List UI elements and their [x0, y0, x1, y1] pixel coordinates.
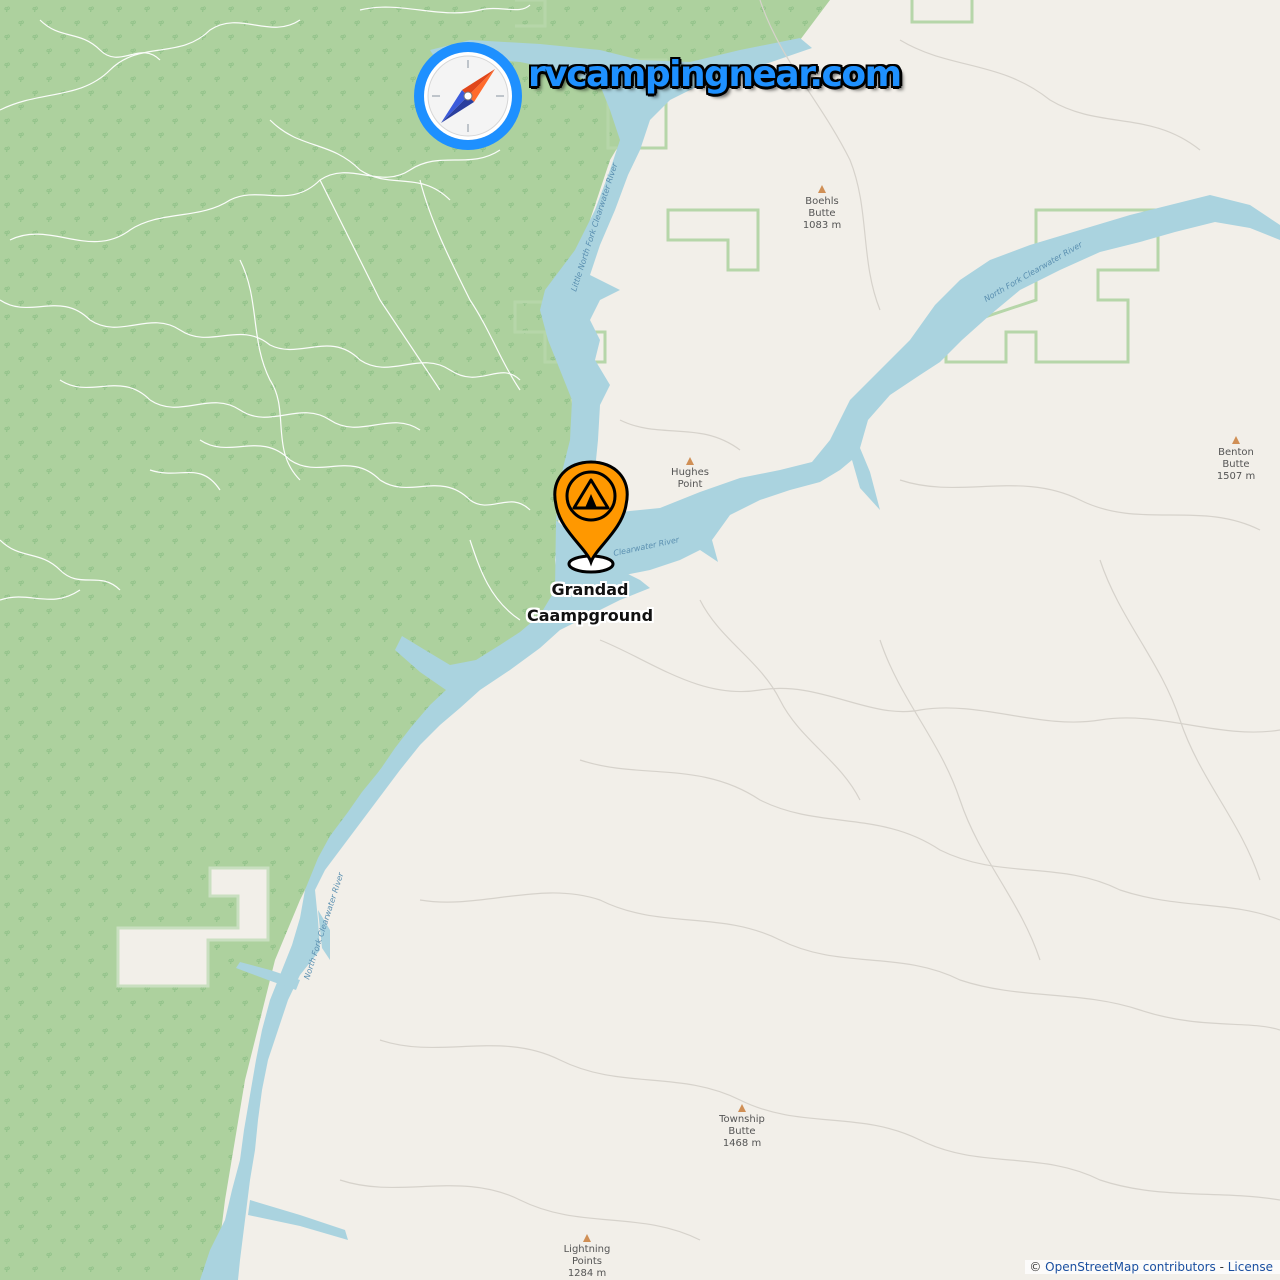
- peak-name: Hughes: [671, 467, 709, 478]
- peak-name: Township: [718, 1114, 765, 1125]
- peak-name: Butte: [1222, 459, 1249, 470]
- campground-name-line1: Grandad: [551, 580, 629, 599]
- compass-icon: [414, 42, 522, 150]
- peak-elevation: 1468 m: [723, 1138, 761, 1149]
- osm-contributors-link[interactable]: OpenStreetMap contributors: [1045, 1260, 1216, 1274]
- peak-elevation: 1284 m: [568, 1268, 606, 1279]
- peak-name: Butte: [808, 208, 835, 219]
- attribution-separator: -: [1215, 1260, 1228, 1274]
- map-base-layer: ዋ ዋ: [0, 0, 1280, 1280]
- peak-name: Points: [572, 1256, 602, 1267]
- map-attribution: © OpenStreetMap contributors - License: [1025, 1260, 1280, 1274]
- site-logo-text[interactable]: rvcampingnear.com: [528, 54, 902, 95]
- license-link[interactable]: License: [1228, 1260, 1273, 1274]
- peak-elevation: 1083 m: [803, 220, 841, 231]
- peak-name: Point: [678, 479, 703, 490]
- peak-name: Boehls: [805, 196, 838, 207]
- campground-label[interactable]: Grandad Caampground: [510, 577, 670, 629]
- map-canvas[interactable]: ዋ ዋ: [0, 0, 1280, 1280]
- copyright-symbol: ©: [1029, 1260, 1042, 1274]
- peak-name: Lightning: [564, 1244, 611, 1255]
- peak-name: Benton: [1218, 447, 1254, 458]
- campground-name-line2: Caampground: [526, 606, 654, 625]
- peak-elevation: 1507 m: [1217, 471, 1255, 482]
- peak-name: Butte: [728, 1126, 755, 1137]
